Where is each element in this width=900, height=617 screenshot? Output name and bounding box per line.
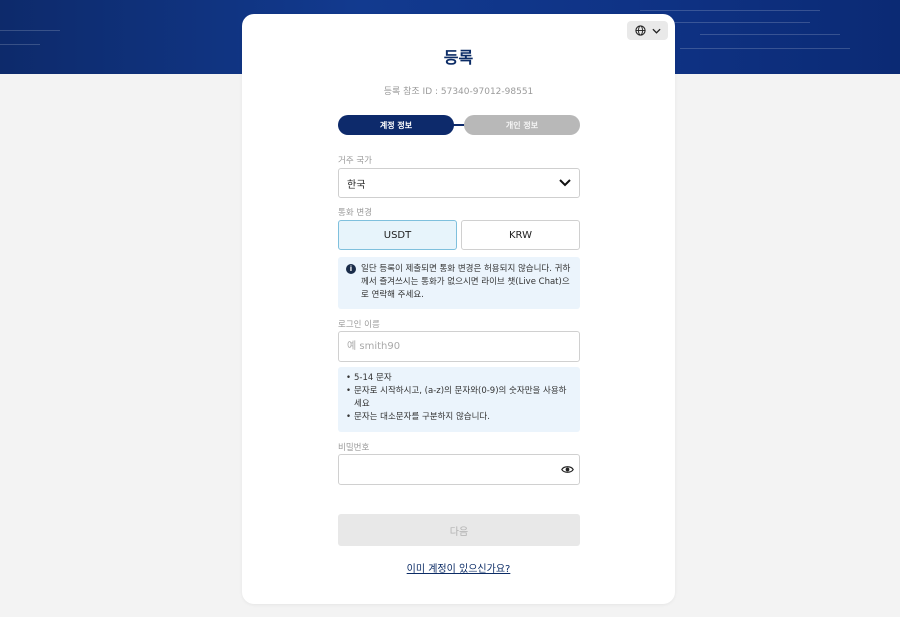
banner-decor-line <box>660 22 810 23</box>
banner-decor-line <box>0 44 40 45</box>
globe-icon <box>634 25 646 36</box>
list-item: 5-14 문자 <box>346 372 572 385</box>
currency-option-krw[interactable]: KRW <box>461 220 580 250</box>
country-label: 거주 국가 <box>338 156 372 166</box>
registration-card: 등록 등록 참조 ID : 57340-97012-98551 계정 정보 개인… <box>242 14 675 604</box>
list-item: 문자로 시작하시고, (a-z)의 문자와(0-9)의 숫자만을 사용하세요 <box>346 385 572 411</box>
info-icon: i <box>346 264 356 274</box>
currency-notice-text: 일단 등록이 제출되면 통화 변경은 허용되지 않습니다. 귀하께서 즐겨쓰시는… <box>361 264 571 300</box>
list-item: 문자는 대소문자를 구분하지 않습니다. <box>346 411 572 424</box>
language-selector-button[interactable] <box>627 21 668 40</box>
password-input[interactable] <box>338 454 580 485</box>
banner-decor-line <box>700 34 840 35</box>
registration-reference-id: 등록 참조 ID : 57340-97012-98551 <box>383 87 534 97</box>
currency-label: 통화 변경 <box>338 208 372 218</box>
password-label: 비밀번호 <box>338 443 370 453</box>
banner-decor-line <box>680 48 850 49</box>
step-personal-info: 개인 정보 <box>464 115 580 135</box>
show-password-eye-icon[interactable] <box>561 463 574 476</box>
country-select[interactable]: 한국 <box>338 168 580 198</box>
banner-decor-line <box>0 30 60 31</box>
username-hints: 5-14 문자 문자로 시작하시고, (a-z)의 문자와(0-9)의 숫자만을… <box>338 367 580 432</box>
page-title: 등록 <box>443 48 474 67</box>
chevron-down-icon <box>651 28 661 34</box>
currency-notice: i 일단 등록이 제출되면 통화 변경은 허용되지 않습니다. 귀하께서 즐겨쓰… <box>338 257 580 309</box>
username-label: 로그인 이름 <box>338 320 380 330</box>
next-button[interactable]: 다음 <box>338 514 580 546</box>
step-account-info: 계정 정보 <box>338 115 454 135</box>
username-input[interactable] <box>338 331 580 362</box>
country-select-value: 한국 <box>347 179 366 191</box>
already-have-account-link[interactable]: 이미 계정이 있으신가요? <box>242 560 675 575</box>
chevron-down-icon <box>559 179 571 187</box>
currency-option-usdt[interactable]: USDT <box>338 220 457 250</box>
banner-decor-line <box>640 10 820 11</box>
